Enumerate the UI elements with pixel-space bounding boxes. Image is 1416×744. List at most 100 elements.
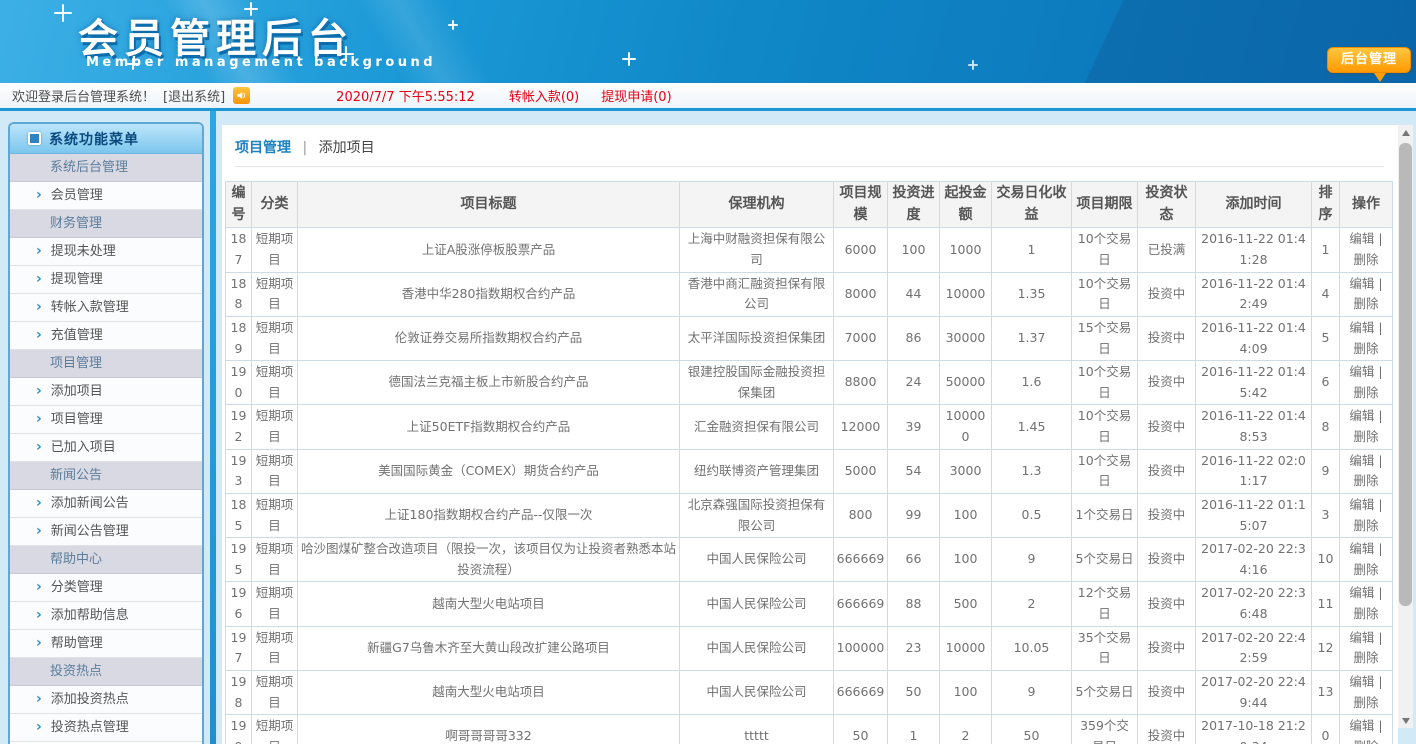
sidebar-item[interactable]: ›已加入项目 xyxy=(10,434,202,462)
table-cell: 中国人民保险公司 xyxy=(680,670,834,714)
sidebar-item[interactable]: ›帮助管理 xyxy=(10,630,202,658)
sidebar-item[interactable]: ›投资热点管理 xyxy=(10,714,202,742)
table-cell: 中国人民保险公司 xyxy=(680,538,834,582)
table-row: 188短期项目香港中华280指数期权合约产品香港中商汇融资担保有限公司80004… xyxy=(226,272,1393,316)
row-actions[interactable]: 编辑 | 删除 xyxy=(1340,228,1393,272)
scroll-down-icon[interactable] xyxy=(1398,713,1413,728)
table-row: 192短期项目上证50ETF指数期权合约产品汇金融资担保有限公司12000391… xyxy=(226,405,1393,449)
table-cell: 德国法兰克福主板上市新股合约产品 xyxy=(298,361,680,405)
table-cell: 35个交易日 xyxy=(1072,626,1138,670)
table-cell: 187 xyxy=(226,228,252,272)
transfer-in-link[interactable]: 转帐入款(0) xyxy=(509,86,579,105)
table-cell: 2017-02-20 22:36:48 xyxy=(1196,582,1312,626)
window-icon xyxy=(28,132,41,145)
table-body: 187短期项目上证A股涨停板股票产品上海中财融资担保有限公司6000100100… xyxy=(226,228,1393,744)
logout-link[interactable]: [退出系统] xyxy=(163,86,225,105)
banner: 会员管理后台 Member management background xyxy=(0,0,1416,83)
table-cell: 359个交易日 xyxy=(1072,715,1138,744)
admin-button[interactable]: 后台管理 xyxy=(1327,47,1411,73)
sidebar-item[interactable]: ›转帐入款管理 xyxy=(10,294,202,322)
row-actions[interactable]: 编辑 | 删除 xyxy=(1340,272,1393,316)
table-cell: 10000 xyxy=(940,272,992,316)
table-cell: 100 xyxy=(888,228,940,272)
row-actions[interactable]: 编辑 | 删除 xyxy=(1340,316,1393,360)
table-cell: 1 xyxy=(888,715,940,744)
table-cell: 投资中 xyxy=(1138,715,1196,744)
table-cell: 100000 xyxy=(834,626,888,670)
sidebar-item[interactable]: ›提现未处理 xyxy=(10,238,202,266)
sidebar-category: 系统后台管理 xyxy=(10,154,202,182)
withdraw-request-link[interactable]: 提现申请(0) xyxy=(601,86,671,105)
column-header: 交易日化收益 xyxy=(992,182,1072,228)
sidebar-item[interactable]: ›添加投资热点 xyxy=(10,686,202,714)
sidebar-item[interactable]: ›充值管理 xyxy=(10,322,202,350)
sidebar-item[interactable]: ›会员管理 xyxy=(10,182,202,210)
sidebar-item[interactable]: ›添加帮助信息 xyxy=(10,602,202,630)
table-cell: 50 xyxy=(888,670,940,714)
chevron-right-icon: › xyxy=(36,495,42,511)
table-cell: 185 xyxy=(226,493,252,537)
table-row: 198短期项目越南大型火电站项目中国人民保险公司6666695010095个交易… xyxy=(226,670,1393,714)
row-actions[interactable]: 编辑 | 删除 xyxy=(1340,582,1393,626)
speaker-icon[interactable] xyxy=(233,87,250,104)
table-cell: 投资中 xyxy=(1138,316,1196,360)
row-actions[interactable]: 编辑 | 删除 xyxy=(1340,715,1393,744)
sidebar-item[interactable]: ›新闻公告管理 xyxy=(10,518,202,546)
row-actions[interactable]: 编辑 | 删除 xyxy=(1340,538,1393,582)
column-header: 操作 xyxy=(1340,182,1393,228)
table-cell: 已投满 xyxy=(1138,228,1196,272)
row-actions[interactable]: 编辑 | 删除 xyxy=(1340,670,1393,714)
row-actions[interactable]: 编辑 | 删除 xyxy=(1340,449,1393,493)
sidebar-item-label: 投资热点管理 xyxy=(51,720,129,735)
table-cell: 短期项目 xyxy=(252,582,298,626)
table-cell: 190 xyxy=(226,361,252,405)
table-cell: 哈沙图煤矿整合改造项目（限投一次，该项目仅为让投资者熟悉本站投资流程） xyxy=(298,538,680,582)
scrollbar[interactable] xyxy=(1398,125,1413,728)
sidebar-item[interactable]: ›分类管理 xyxy=(10,574,202,602)
table-row: 189短期项目伦敦证券交易所指数期权合约产品太平洋国际投资担保集团7000863… xyxy=(226,316,1393,360)
table-cell: 12 xyxy=(1312,626,1340,670)
sidebar-header: 系统功能菜单 xyxy=(10,124,202,154)
sparkle-icon xyxy=(345,46,347,62)
sidebar-item-label: 项目管理 xyxy=(51,412,103,427)
table-cell: 5个交易日 xyxy=(1072,538,1138,582)
breadcrumb-section[interactable]: 项目管理 xyxy=(235,140,291,156)
table-cell: 39 xyxy=(888,405,940,449)
column-header: 保理机构 xyxy=(680,182,834,228)
sidebar-item[interactable]: ›提现管理 xyxy=(10,266,202,294)
table-cell: 2017-02-20 22:42:59 xyxy=(1196,626,1312,670)
scroll-up-icon[interactable] xyxy=(1398,125,1413,140)
chevron-right-icon: › xyxy=(36,271,42,287)
table-cell: 0 xyxy=(1312,715,1340,744)
scrollbar-thumb[interactable] xyxy=(1399,143,1412,606)
column-header: 编号 xyxy=(226,182,252,228)
row-actions[interactable]: 编辑 | 删除 xyxy=(1340,361,1393,405)
welcome-text: 欢迎登录后台管理系统！ xyxy=(12,86,155,105)
table-cell: 198 xyxy=(226,670,252,714)
sidebar-item[interactable]: ›添加项目 xyxy=(10,378,202,406)
sidebar-item-label: 新闻公告 xyxy=(50,468,102,483)
table-cell: 10个交易日 xyxy=(1072,449,1138,493)
table-cell: 1000 xyxy=(940,228,992,272)
table-cell: 500 xyxy=(940,582,992,626)
table-cell: 666669 xyxy=(834,538,888,582)
column-header: 添加时间 xyxy=(1196,182,1312,228)
sidebar-item-label: 帮助管理 xyxy=(51,636,103,651)
table-cell: 纽约联博资产管理集团 xyxy=(680,449,834,493)
table-cell: 195 xyxy=(226,538,252,582)
table-cell: 6000 xyxy=(834,228,888,272)
table-cell: 短期项目 xyxy=(252,626,298,670)
table-row: 195短期项目哈沙图煤矿整合改造项目（限投一次，该项目仅为让投资者熟悉本站投资流… xyxy=(226,538,1393,582)
row-actions[interactable]: 编辑 | 删除 xyxy=(1340,405,1393,449)
sidebar-menu: 系统后台管理›会员管理财务管理›提现未处理›提现管理›转帐入款管理›充值管理项目… xyxy=(10,154,202,742)
sparkle-icon xyxy=(452,20,454,30)
table-cell: 投资中 xyxy=(1138,670,1196,714)
table-cell: 投资中 xyxy=(1138,538,1196,582)
row-actions[interactable]: 编辑 | 删除 xyxy=(1340,626,1393,670)
sidebar-item[interactable]: ›项目管理 xyxy=(10,406,202,434)
sidebar-item[interactable]: ›添加新闻公告 xyxy=(10,490,202,518)
table-cell: 啊哥哥哥哥332 xyxy=(298,715,680,744)
sidebar-item-label: 添加帮助信息 xyxy=(51,608,129,623)
table-cell: 中国人民保险公司 xyxy=(680,626,834,670)
row-actions[interactable]: 编辑 | 删除 xyxy=(1340,493,1393,537)
